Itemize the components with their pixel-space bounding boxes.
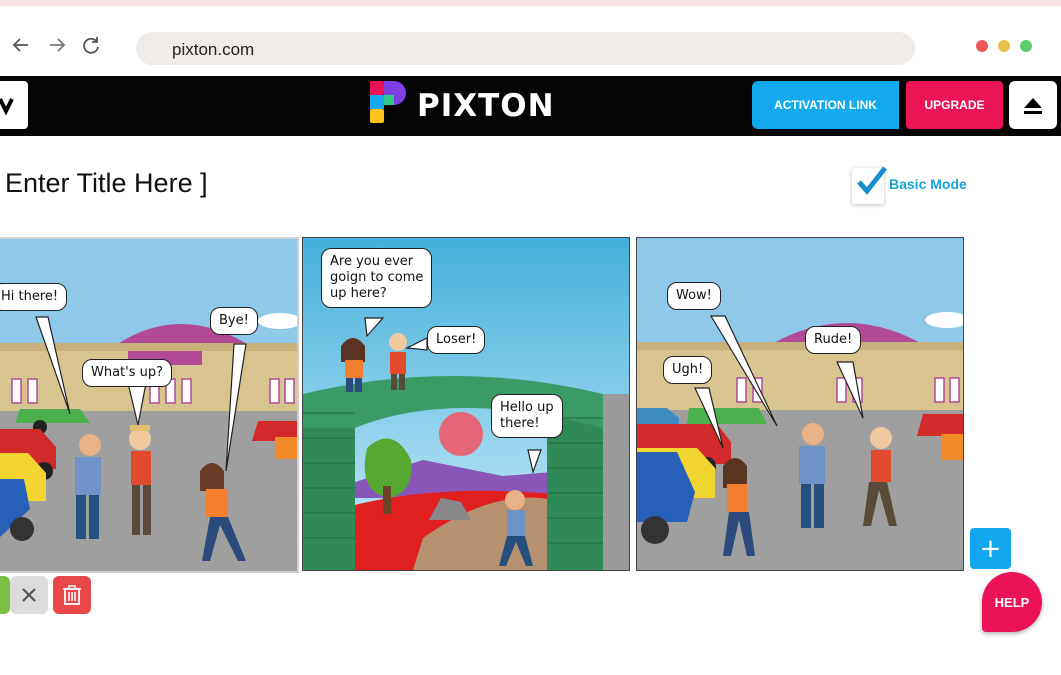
forward-arrow-icon[interactable] bbox=[46, 34, 68, 56]
close-icon bbox=[22, 588, 36, 602]
speech-bubble[interactable]: Hello up there! bbox=[491, 394, 563, 438]
browser-toolbar: pixton.com bbox=[0, 6, 1061, 76]
speech-bubble[interactable]: What's up? bbox=[82, 359, 173, 387]
activation-link-button[interactable]: ACTIVATION LINK bbox=[752, 81, 899, 129]
pixton-wordmark[interactable]: PIXTON bbox=[417, 88, 555, 124]
comic-panel-1[interactable]: Hi there! What's up? Bye! bbox=[0, 237, 299, 573]
window-dot-green[interactable] bbox=[1020, 40, 1032, 52]
confirm-button[interactable] bbox=[0, 576, 10, 614]
comic-panel-3[interactable]: Wow! Rude! Ugh! bbox=[636, 237, 964, 571]
basic-mode-label[interactable]: Basic Mode bbox=[889, 176, 967, 192]
checkmark-icon bbox=[857, 166, 887, 195]
speech-bubble[interactable]: Ugh! bbox=[663, 356, 713, 384]
character-man-middle bbox=[129, 425, 151, 535]
upgrade-button[interactable]: UPGRADE bbox=[906, 81, 1003, 129]
speech-bubble[interactable]: Bye! bbox=[210, 307, 258, 335]
url-text: pixton.com bbox=[172, 40, 255, 59]
menu-toggle-button[interactable] bbox=[0, 81, 28, 129]
app-header: PIXTON ACTIVATION LINK UPGRADE bbox=[0, 76, 1061, 136]
eject-icon bbox=[1024, 98, 1042, 114]
speech-bubble[interactable]: Hi there! bbox=[0, 283, 68, 311]
trash-icon bbox=[63, 585, 81, 605]
back-arrow-icon[interactable] bbox=[10, 34, 32, 56]
window-dot-yellow[interactable] bbox=[998, 40, 1010, 52]
eject-button[interactable] bbox=[1009, 81, 1057, 129]
delete-button[interactable] bbox=[53, 576, 91, 614]
address-bar[interactable]: pixton.com bbox=[136, 32, 915, 65]
close-button[interactable] bbox=[10, 576, 48, 614]
speech-bubble[interactable]: Are you ever goign to come up here? bbox=[321, 248, 433, 308]
window-dot-red[interactable] bbox=[976, 40, 988, 52]
speech-bubble[interactable]: Rude! bbox=[805, 326, 862, 354]
comic-title-field[interactable]: [ Enter Title Here ] bbox=[0, 168, 208, 199]
help-button[interactable]: HELP bbox=[982, 572, 1042, 632]
speech-bubble[interactable]: Loser! bbox=[427, 326, 486, 354]
comic-panel-2[interactable]: Are you ever goign to come up here? Lose… bbox=[302, 237, 630, 571]
add-panel-button[interactable]: + bbox=[970, 528, 1011, 569]
pixton-logo-icon[interactable] bbox=[366, 79, 410, 138]
speech-bubble[interactable]: Wow! bbox=[667, 282, 721, 310]
basic-mode-checkbox[interactable] bbox=[852, 166, 887, 204]
reload-icon[interactable] bbox=[80, 34, 102, 56]
